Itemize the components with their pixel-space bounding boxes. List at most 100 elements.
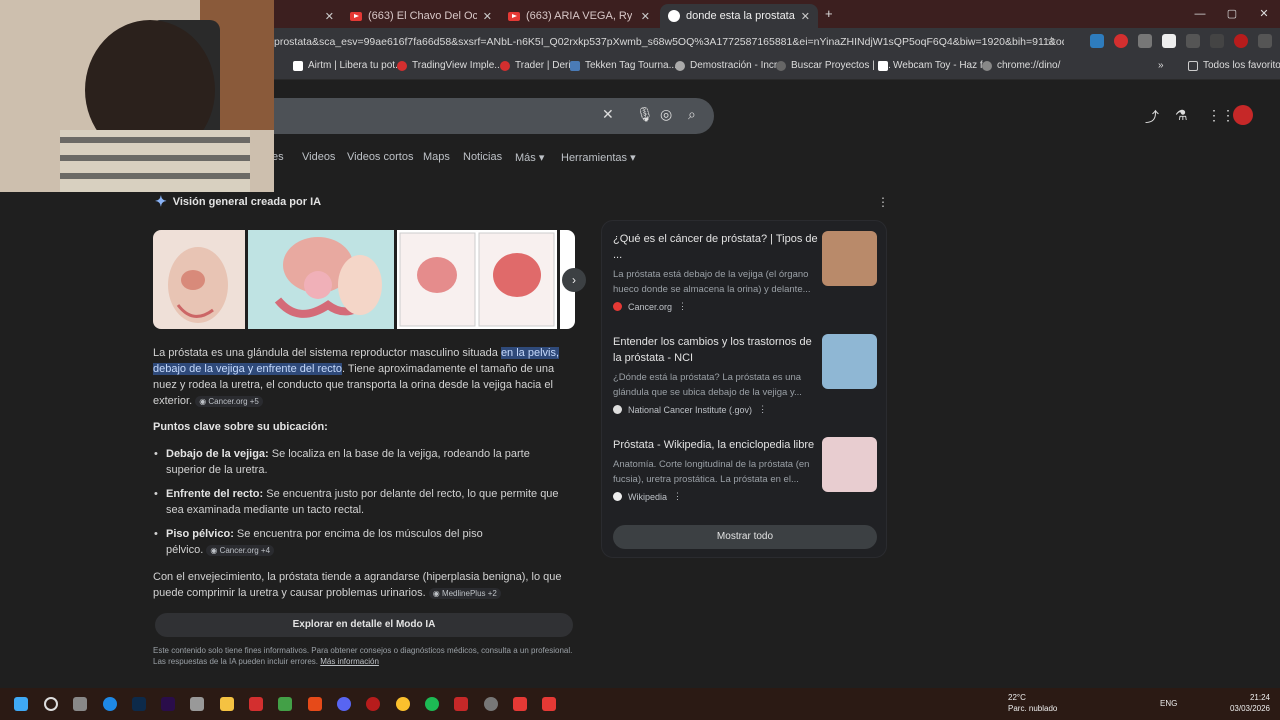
close-window-icon[interactable]: ✕	[1248, 0, 1280, 28]
apps-icon[interactable]: ⋮⋮	[1207, 107, 1235, 124]
close-icon[interactable]: ✕	[801, 10, 810, 23]
source-card[interactable]: Próstata - Wikipedia, la enciclopedia li…	[613, 437, 878, 502]
close-icon[interactable]: ✕	[325, 10, 334, 23]
extension-icon[interactable]	[1090, 34, 1104, 48]
minimize-icon[interactable]: —	[1184, 0, 1216, 28]
tab-3[interactable]: (663) ARIA VEGA, Ryan Castro ✕	[500, 4, 658, 28]
clock[interactable]: 21:24 03/03/2026	[1226, 692, 1270, 714]
source-thumbnail[interactable]	[822, 334, 877, 389]
taskview-icon[interactable]	[73, 697, 87, 711]
bookmark[interactable]: TradingView Imple...	[397, 60, 503, 71]
obs-icon[interactable]	[484, 697, 498, 711]
search-box[interactable]: ✕ 🎙 ◎ ⌕	[240, 98, 714, 134]
close-icon[interactable]: ✕	[483, 10, 492, 23]
weather-widget[interactable]: 22°C Parc. nublado	[1008, 692, 1057, 714]
bookmark[interactable]: Trader | Deriv	[500, 60, 576, 71]
tab-more[interactable]: Más ▾	[515, 151, 544, 164]
source-chip[interactable]: ◉ MedlinePlus +2	[428, 588, 501, 599]
photoshop-icon[interactable]	[132, 697, 146, 711]
windows-start-icon[interactable]	[14, 697, 28, 711]
anatomy-image[interactable]	[153, 230, 245, 329]
source-thumbnail[interactable]	[822, 231, 877, 286]
tab-2[interactable]: (663) El Chavo Del Ocho - Intro ✕	[342, 4, 500, 28]
app-icon[interactable]	[249, 697, 263, 711]
source-card[interactable]: Entender los cambios y los trastornos de…	[613, 334, 878, 415]
close-icon[interactable]: ✕	[641, 10, 650, 23]
more-options-icon[interactable]: ⋮	[673, 491, 682, 502]
mic-icon[interactable]: 🎙	[636, 106, 654, 123]
more-options-icon[interactable]: ⋮	[678, 301, 687, 312]
app-icon[interactable]	[513, 697, 527, 711]
tools-button[interactable]: Herramientas ▾	[561, 151, 636, 164]
source-title[interactable]: Entender los cambios y los trastornos de…	[613, 334, 818, 366]
anatomy-illustration	[274, 237, 382, 318]
explore-ai-mode-button[interactable]: Explorar en detalle el Modo IA	[155, 613, 573, 637]
shield-icon[interactable]	[1138, 34, 1152, 48]
anatomy-illustration	[168, 247, 228, 323]
bookmark-folder[interactable]: Todos los favoritos	[1188, 60, 1280, 71]
tab-active[interactable]: donde esta la prostata - Buscar ✕	[660, 4, 818, 28]
tab-short-videos[interactable]: Videos cortos	[347, 151, 413, 163]
source-card[interactable]: ¿Qué es el cáncer de próstata? | Tipos d…	[613, 231, 878, 312]
folder-icon[interactable]	[220, 697, 234, 711]
new-tab-icon[interactable]: +	[825, 6, 833, 21]
store-icon[interactable]	[190, 697, 204, 711]
bookmark[interactable]: Webcam Toy - Haz f...	[878, 60, 991, 71]
clear-icon[interactable]: ✕	[602, 106, 614, 123]
bookmark[interactable]: chrome://dino/	[982, 60, 1060, 71]
source-chip[interactable]: ◉ Cancer.org +5	[195, 396, 263, 407]
labs-icon[interactable]: ⚗	[1175, 107, 1188, 124]
tab-maps[interactable]: Maps	[423, 151, 450, 163]
edge-icon[interactable]	[103, 697, 117, 711]
premiere-icon[interactable]	[161, 697, 175, 711]
menu-icon[interactable]	[1258, 34, 1272, 48]
chrome-icon[interactable]	[396, 697, 410, 711]
profile-icon[interactable]	[1234, 34, 1248, 48]
avatar[interactable]	[1233, 105, 1253, 125]
minecraft-icon[interactable]	[278, 697, 292, 711]
bookmark[interactable]: Buscar Proyectos | F...	[776, 60, 891, 71]
wikipedia-icon	[613, 492, 622, 501]
bookmark-label: Todos los favoritos	[1203, 60, 1280, 71]
source-title[interactable]: ¿Qué es el cáncer de próstata? | Tipos d…	[613, 231, 818, 263]
tab-videos[interactable]: Videos	[302, 151, 335, 163]
lens-icon[interactable]: ◎	[660, 106, 672, 123]
more-options-icon[interactable]: ⋮	[877, 195, 889, 209]
source-chip-label: MedlinePlus +2	[441, 589, 497, 598]
window-controls: — ▢ ✕	[1184, 0, 1280, 28]
source-title[interactable]: Próstata - Wikipedia, la enciclopedia li…	[613, 437, 818, 453]
list-item: Enfrente del recto: Se encuentra justo p…	[154, 486, 572, 518]
spotify-icon[interactable]	[425, 697, 439, 711]
bookmark[interactable]: Demostración - Incr...	[675, 60, 785, 71]
brave-icon[interactable]	[308, 697, 322, 711]
source-thumbnail[interactable]	[822, 437, 877, 492]
source-chip[interactable]: ◉ Cancer.org +4	[206, 545, 275, 556]
show-all-button[interactable]: Mostrar todo	[613, 525, 877, 549]
extension-icon[interactable]	[1114, 34, 1128, 48]
more-options-icon[interactable]: ⋮	[758, 404, 767, 415]
star-icon[interactable]: ☆	[1046, 34, 1057, 48]
more-bookmarks-icon[interactable]: »	[1158, 60, 1164, 71]
next-icon[interactable]: ›	[562, 268, 586, 292]
language-indicator[interactable]: ENG	[1160, 698, 1177, 709]
search-icon[interactable]: ⌕	[688, 106, 696, 123]
share-icon[interactable]: ⤴	[1145, 107, 1159, 127]
playlist-icon[interactable]	[1210, 34, 1224, 48]
maximize-icon[interactable]: ▢	[1216, 0, 1248, 28]
bookmark[interactable]: Airtm | Libera tu pot...	[293, 60, 403, 71]
google-icon	[668, 10, 680, 22]
more-info-link[interactable]: Más información	[320, 657, 379, 666]
tab-news[interactable]: Noticias	[463, 151, 502, 163]
anatomy-image[interactable]	[248, 230, 394, 329]
puzzle-icon[interactable]	[1186, 34, 1200, 48]
anatomy-image[interactable]	[397, 230, 557, 329]
source-snippet: Anatomía. Corte longitudinal de la próst…	[613, 459, 810, 485]
extension-icon[interactable]	[1162, 34, 1176, 48]
url-field[interactable]: prostata&sca_esv=99ae616f7fa66d58&sxsrf=…	[274, 32, 1064, 52]
discord-icon[interactable]	[337, 697, 351, 711]
app-icon[interactable]	[366, 697, 380, 711]
bookmark[interactable]: Tekken Tag Tourna...	[570, 60, 677, 71]
app-icon[interactable]	[542, 697, 556, 711]
app-icon[interactable]	[454, 697, 468, 711]
search-icon[interactable]	[44, 697, 58, 711]
